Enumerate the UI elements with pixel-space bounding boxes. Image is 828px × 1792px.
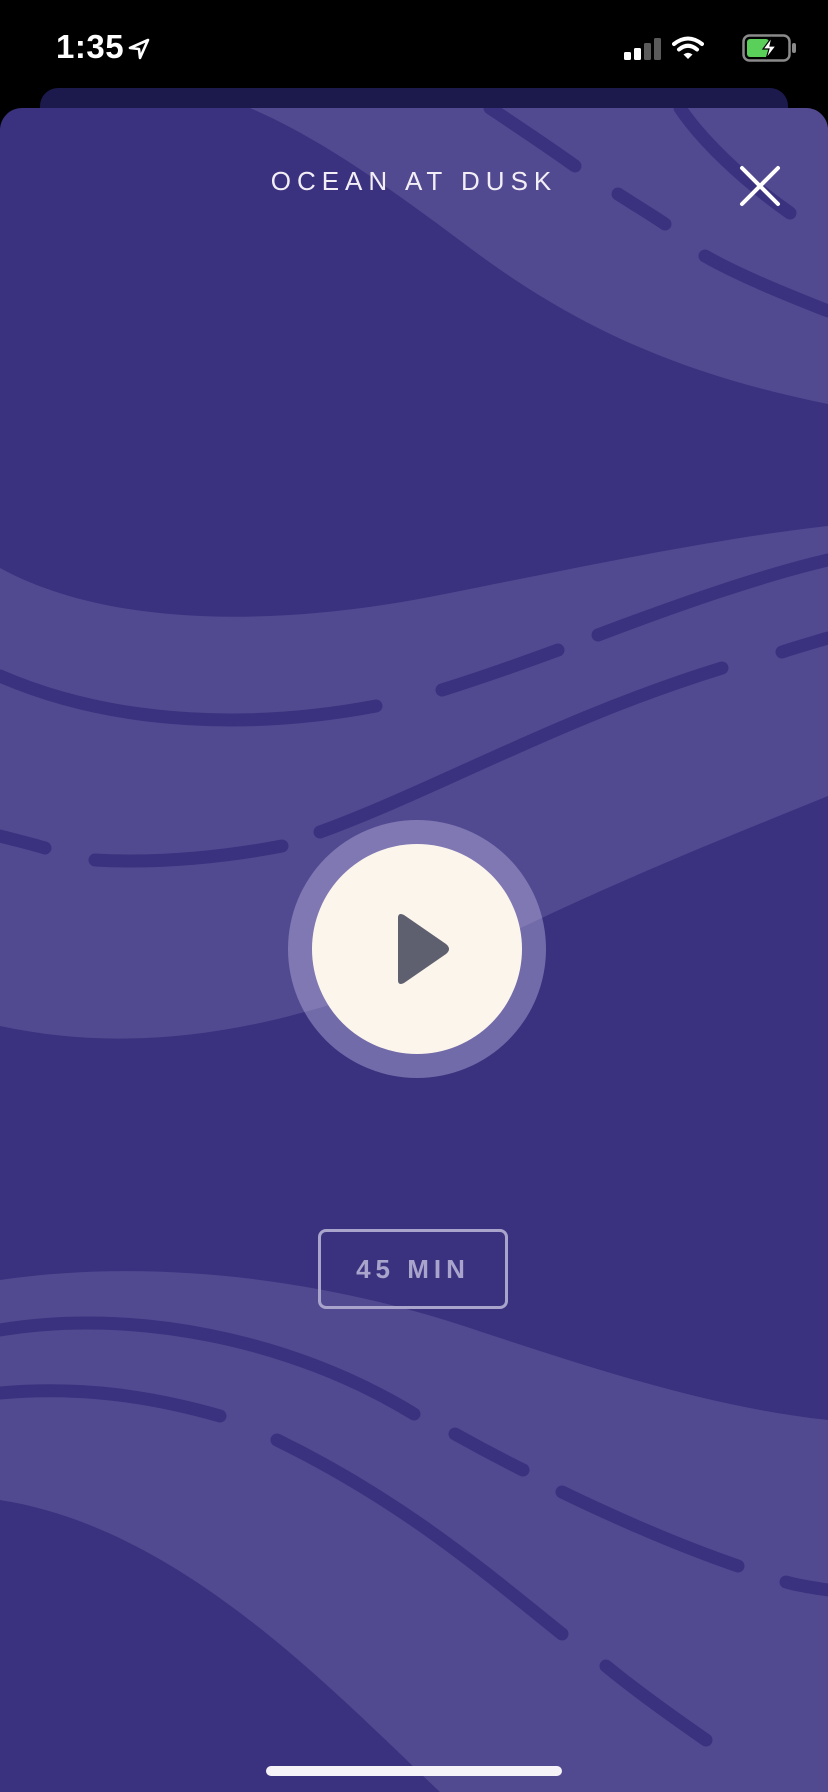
- cellular-signal-icon: [624, 38, 661, 60]
- home-indicator[interactable]: [266, 1766, 562, 1776]
- status-time: 1:35: [56, 28, 125, 65]
- play-button-face[interactable]: [312, 844, 522, 1054]
- close-button[interactable]: [732, 158, 788, 214]
- play-icon: [398, 914, 449, 984]
- wifi-icon: [672, 36, 704, 59]
- status-bar: 1:35: [0, 0, 828, 88]
- session-title: OCEAN AT DUSK: [270, 166, 558, 196]
- close-icon: [740, 166, 780, 206]
- duration-button[interactable]: 45 MIN: [318, 1229, 508, 1309]
- location-arrow-icon: [128, 38, 150, 60]
- battery-charging-icon: [742, 34, 796, 62]
- player-sheet: OCEAN AT DUSK 45 MIN: [0, 108, 828, 1792]
- play-button[interactable]: [288, 820, 546, 1078]
